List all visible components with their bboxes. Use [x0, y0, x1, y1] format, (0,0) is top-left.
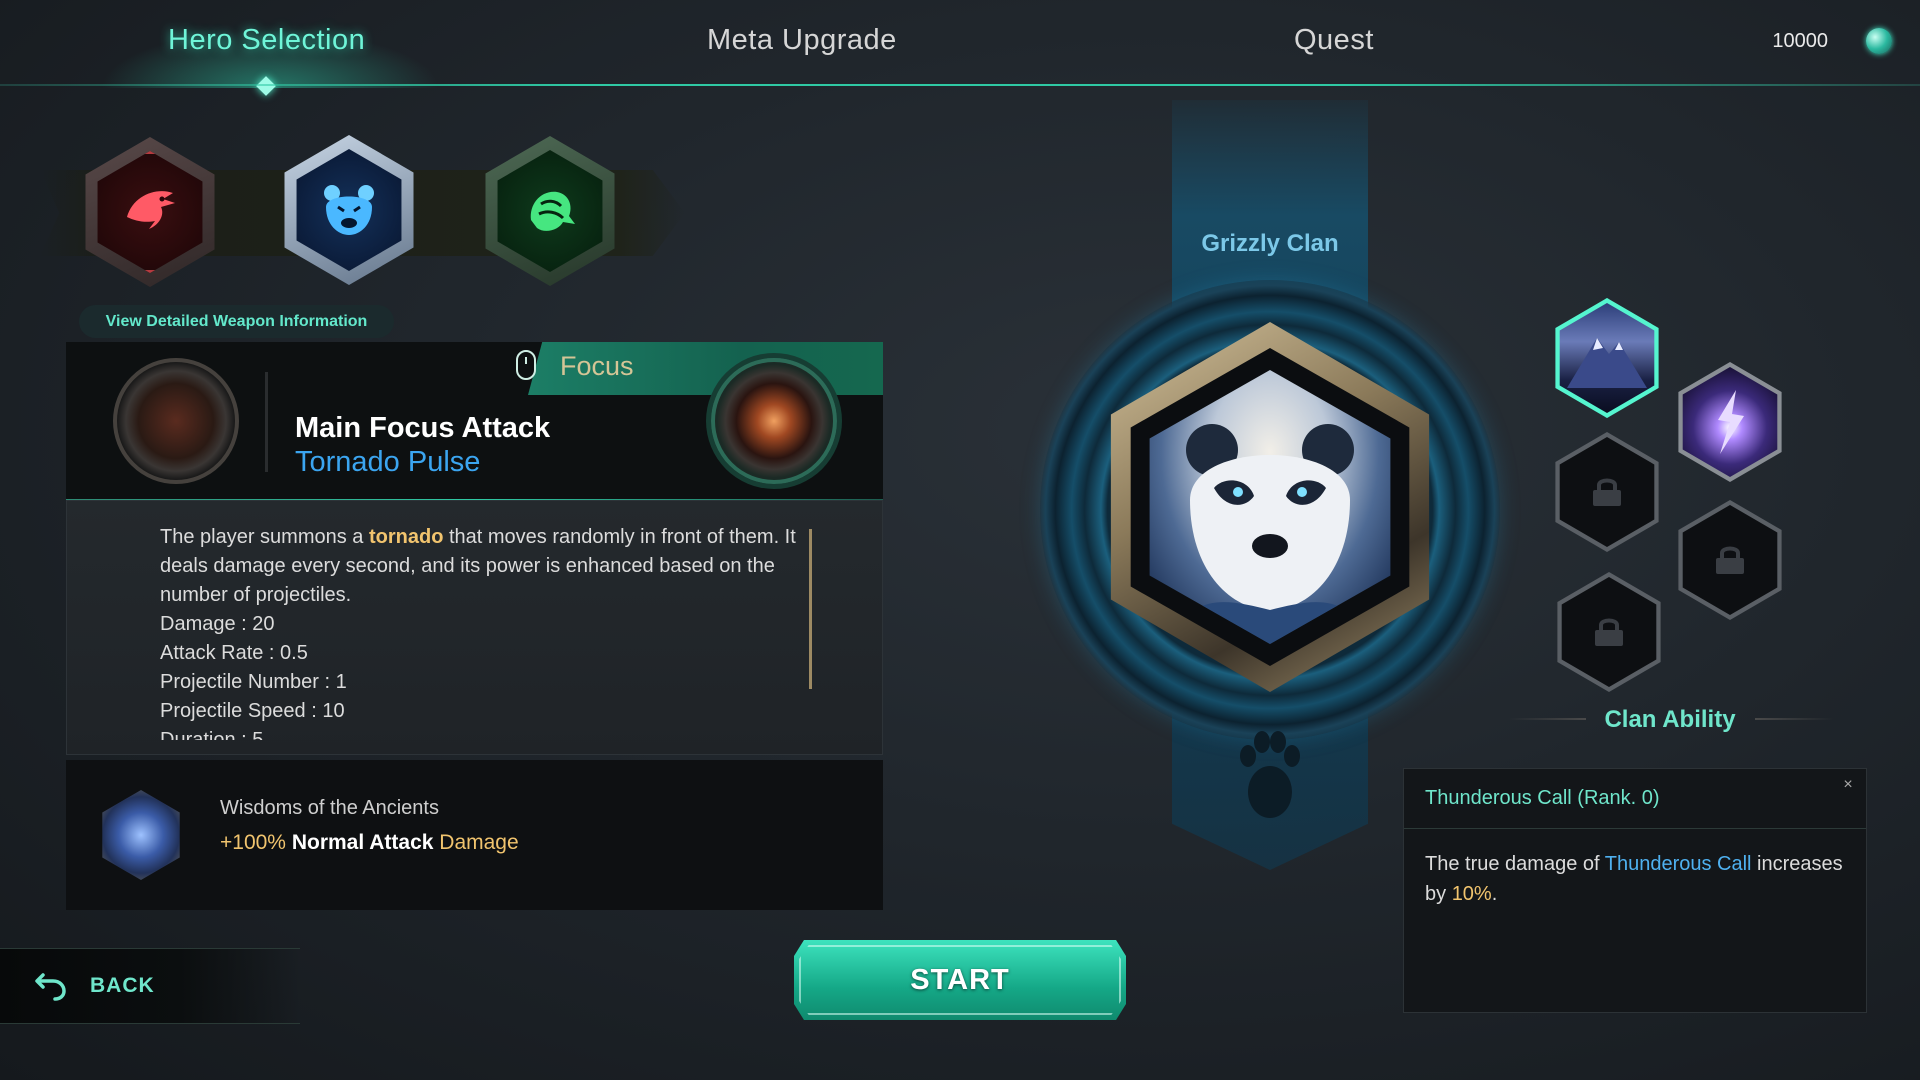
back-label: BACK [90, 974, 155, 997]
tab-hero-selection[interactable]: Hero Selection [168, 24, 365, 57]
skill-description-paragraph: The player summons a tornado that moves … [160, 526, 796, 606]
focus-attack-title: Main Focus Attack [295, 412, 551, 444]
stat-damage: Damage : 20 [160, 613, 275, 635]
ability-locked-1[interactable] [1547, 432, 1667, 552]
lock-icon [1595, 618, 1623, 646]
mouse-icon [516, 350, 536, 380]
bonus-attack-type: Normal Attack [291, 831, 434, 854]
ability-tooltip: Thunderous Call (Rank. 0) × The true dam… [1403, 768, 1867, 1013]
tooltip-value: 10% [1451, 883, 1492, 905]
tooltip-divider [1404, 828, 1866, 829]
ability-locked-3[interactable] [1549, 572, 1669, 692]
lightning-icon [1718, 390, 1744, 454]
hero-slot-blue[interactable] [274, 135, 424, 285]
bonus-effect: +100% Normal Attack Damage [220, 831, 519, 855]
lock-icon [1716, 546, 1744, 574]
stat-projectile-number: Projectile Number : 1 [160, 671, 347, 693]
stat-attack-rate: Attack Rate : 0.5 [160, 642, 308, 664]
tooltip-skill-name: Thunderous Call [1604, 853, 1752, 875]
start-label: START [910, 963, 1010, 996]
tab-meta-upgrade[interactable]: Meta Upgrade [707, 24, 897, 57]
skill-description: The player summons a tornado that moves … [160, 523, 800, 740]
ancient-wisdom-icon [102, 790, 180, 880]
tornado-skill-icon [711, 358, 837, 484]
mountain-icon [1567, 338, 1647, 388]
top-navigation: Hero Selection Meta Upgrade Quest 10000 [0, 0, 1920, 96]
undo-arrow-icon [35, 973, 66, 1001]
clan-ability-heading: Clan Ability [1604, 706, 1736, 733]
stat-duration: Duration : 5 [160, 729, 264, 740]
ability-lightning[interactable] [1670, 362, 1790, 482]
tooltip-description: The true damage of Thunderous Call incre… [1425, 853, 1843, 905]
focus-attack-name: Tornado Pulse [295, 446, 481, 478]
start-button[interactable]: START [794, 940, 1126, 1020]
hero-slot-red[interactable] [75, 137, 225, 287]
bonus-value: +100% [220, 831, 286, 854]
stat-projectile-speed: Projectile Speed : 10 [160, 700, 345, 722]
currency-amount: 10000 [1772, 30, 1828, 52]
nav-divider [0, 84, 1920, 86]
dragon-icon [530, 191, 575, 231]
tooltip-title: Thunderous Call (Rank. 0) [1425, 787, 1660, 809]
character-emblem-icon [113, 358, 239, 484]
gem-icon [1866, 28, 1892, 54]
back-button[interactable]: BACK [0, 948, 300, 1024]
bonus-stat: Damage [439, 831, 519, 854]
skill-description-panel[interactable]: The player summons a tornado that moves … [66, 500, 883, 755]
paw-emblem-icon [1240, 731, 1300, 818]
focus-attack-panel: Focus Main Focus Attack Tornado Pulse [66, 342, 883, 501]
ability-heading-line-left [1508, 718, 1586, 720]
clan-name: Grizzly Clan [1201, 230, 1339, 257]
ability-locked-2[interactable] [1670, 500, 1790, 620]
bonus-title: Wisdoms of the Ancients [220, 797, 439, 819]
ability-heading-line-right [1755, 718, 1833, 720]
focus-divider [265, 372, 268, 472]
keyword-tornado: tornado [368, 526, 444, 548]
description-scrollbar[interactable] [809, 529, 812, 689]
passive-bonus-panel: Wisdoms of the Ancients +100% Normal Att… [66, 760, 883, 910]
eagle-icon [127, 191, 175, 229]
bear-icon [324, 185, 374, 235]
tab-quest[interactable]: Quest [1294, 24, 1374, 57]
hero-slot-green[interactable] [475, 136, 625, 286]
lock-icon [1593, 478, 1621, 506]
view-weapon-info-button[interactable]: View Detailed Weapon Information [79, 305, 394, 338]
ability-thunder-mountain[interactable] [1547, 298, 1667, 418]
close-icon[interactable]: × [1838, 775, 1858, 795]
focus-tab-label: Focus [560, 351, 634, 381]
